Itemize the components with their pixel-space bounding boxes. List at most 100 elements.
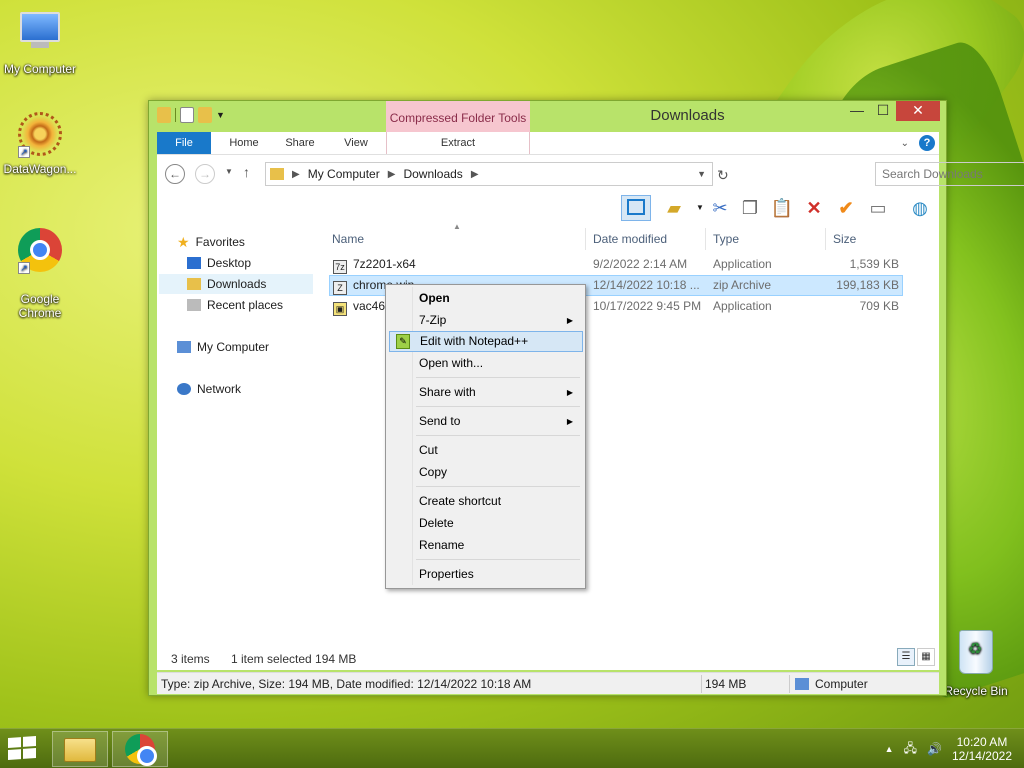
nav-my-computer[interactable]: My Computer (177, 337, 269, 357)
clock[interactable]: 10:20 AM 12/14/2022 (952, 735, 1012, 763)
breadcrumb-separator-icon: ▶ (470, 168, 479, 180)
menu-separator (416, 559, 580, 560)
search-input[interactable]: Search Downloads ⌕ (875, 162, 1024, 186)
forward-button[interactable]: → (195, 164, 215, 184)
menu-separator (416, 486, 580, 487)
tab-view[interactable]: View (331, 132, 381, 154)
menu-item-copy[interactable]: Copy (389, 462, 583, 483)
submenu-arrow-icon: ▶ (566, 388, 573, 397)
address-bar[interactable]: ▶ My Computer ▶ Downloads ▶ ▼ (265, 162, 713, 186)
network-icon (177, 383, 191, 395)
nav-favorites-label: Favorites (195, 235, 245, 249)
menu-item-delete[interactable]: Delete (389, 513, 583, 534)
nav-network-label: Network (197, 382, 242, 396)
details-bar: Type: zip Archive, Size: 194 MB, Date mo… (157, 672, 939, 694)
volume-icon[interactable]: 🔊 (927, 742, 942, 756)
desktop-icon-recycle-bin[interactable]: Recycle Bin (936, 630, 1016, 698)
up-arrow-icon[interactable]: ↑ (243, 164, 250, 180)
menu-item-open[interactable]: Open (389, 288, 583, 309)
nav-recent-places[interactable]: Recent places (187, 295, 283, 315)
breadcrumb-my-computer[interactable]: My Computer (308, 167, 380, 181)
recent-locations-icon[interactable]: ▼ (225, 167, 233, 176)
column-divider[interactable] (825, 228, 826, 250)
expand-ribbon-icon[interactable]: ⌄ (901, 138, 909, 149)
breadcrumb-separator-icon: ▶ (387, 168, 396, 180)
minimize-button[interactable]: — (844, 101, 870, 121)
taskbar-chrome[interactable] (112, 731, 168, 767)
preview-pane-button[interactable] (621, 195, 651, 221)
ribbon-right: ⌄ ? (901, 135, 935, 151)
menu-item-label: Share with (419, 385, 476, 399)
column-divider[interactable] (585, 228, 586, 250)
back-button[interactable]: ← (165, 164, 185, 184)
show-hidden-icons-icon[interactable]: ▲ (885, 744, 894, 754)
desktop-icon (187, 257, 201, 269)
file-size: 709 KB (859, 299, 899, 313)
cut-icon[interactable]: ✂ (707, 195, 733, 221)
maximize-button[interactable]: ☐ (870, 101, 896, 121)
menu-item-properties[interactable]: Properties (389, 564, 583, 585)
downloads-folder-icon (270, 168, 284, 180)
view-buttons: ☰ ▦ (897, 648, 935, 666)
menu-item-open-with[interactable]: Open with... (389, 353, 583, 374)
rename-icon[interactable]: ▭ (865, 195, 891, 221)
details-text: Type: zip Archive, Size: 194 MB, Date mo… (161, 677, 532, 691)
desktop-icon-my-computer[interactable]: My Computer (0, 8, 80, 76)
notepadpp-icon: ✎ (396, 334, 410, 349)
navigation-pane: ★ Favorites Desktop Downloads Recent pla… (157, 224, 317, 646)
datawagon-icon: ↗ (16, 112, 64, 160)
paste-icon[interactable]: 📋 (769, 195, 795, 221)
selection-info: 1 item selected 194 MB (231, 652, 357, 666)
column-header-type[interactable]: Type (713, 232, 739, 246)
downloads-folder-icon (187, 278, 201, 290)
menu-item-7zip[interactable]: 7-Zip ▶ (389, 310, 583, 331)
menu-item-share-with[interactable]: Share with ▶ (389, 382, 583, 403)
column-header-date[interactable]: Date modified (593, 232, 667, 246)
nav-downloads[interactable]: Downloads (159, 274, 313, 294)
start-button[interactable] (8, 736, 38, 761)
address-dropdown-icon[interactable]: ▼ (697, 169, 706, 179)
large-icons-view-icon[interactable]: ▦ (917, 648, 935, 666)
taskbar-file-explorer[interactable] (52, 731, 108, 767)
tab-home[interactable]: Home (219, 132, 269, 154)
nav-network[interactable]: Network (177, 379, 241, 399)
help-icon[interactable]: ? (919, 135, 935, 151)
title-bar[interactable]: ▼ Compressed Folder Tools Downloads — ☐ … (149, 101, 946, 133)
nav-recent-label: Recent places (207, 298, 284, 312)
menu-item-edit-notepadpp[interactable]: ✎ Edit with Notepad++ (389, 331, 583, 352)
menu-item-send-to[interactable]: Send to ▶ (389, 411, 583, 432)
refresh-icon[interactable]: ↻ (717, 167, 729, 184)
nav-favorites[interactable]: ★ Favorites (177, 232, 245, 252)
column-header-size[interactable]: Size (833, 232, 856, 246)
nav-desktop-label: Desktop (207, 256, 252, 270)
breadcrumb-downloads[interactable]: Downloads (403, 167, 462, 181)
desktop-icon-label: My Computer (3, 62, 77, 76)
globe-icon[interactable]: ◍ (907, 195, 933, 221)
file-type: Application (713, 257, 772, 271)
column-header-name[interactable]: Name (332, 232, 364, 246)
shortcut-arrow-icon: ↗ (18, 146, 30, 158)
zip-archive-icon: Z (333, 281, 347, 295)
desktop-icon-chrome[interactable]: ↗ Google Chrome (0, 212, 80, 334)
file-type: zip Archive (713, 278, 772, 292)
checkmark-icon[interactable]: ✔ (833, 195, 859, 221)
table-row[interactable]: 7z 7z2201-x64 9/2/2022 2:14 AM Applicatio… (329, 254, 903, 275)
desktop-icon-label: Google Chrome (18, 292, 62, 320)
recycle-bin-icon (952, 630, 1000, 682)
nav-desktop[interactable]: Desktop (187, 253, 251, 273)
tab-share[interactable]: Share (275, 132, 325, 154)
move-to-folder-icon[interactable]: ▰ (661, 195, 687, 221)
tab-extract[interactable]: Extract (386, 132, 530, 154)
menu-item-create-shortcut[interactable]: Create shortcut (389, 491, 583, 512)
menu-item-cut[interactable]: Cut (389, 440, 583, 461)
close-button[interactable]: ✕ (896, 101, 940, 121)
menu-item-rename[interactable]: Rename (389, 535, 583, 556)
column-divider[interactable] (705, 228, 706, 250)
network-status-icon[interactable]: 🖧 (904, 739, 917, 760)
desktop-icon-datawagon[interactable]: ↗ DataWagon... (0, 110, 80, 176)
delete-icon[interactable]: ✕ (801, 195, 827, 221)
tab-file[interactable]: File (157, 132, 211, 154)
details-view-icon[interactable]: ☰ (897, 648, 915, 666)
copy-icon[interactable]: ❐ (737, 195, 763, 221)
recent-places-icon (187, 299, 201, 311)
